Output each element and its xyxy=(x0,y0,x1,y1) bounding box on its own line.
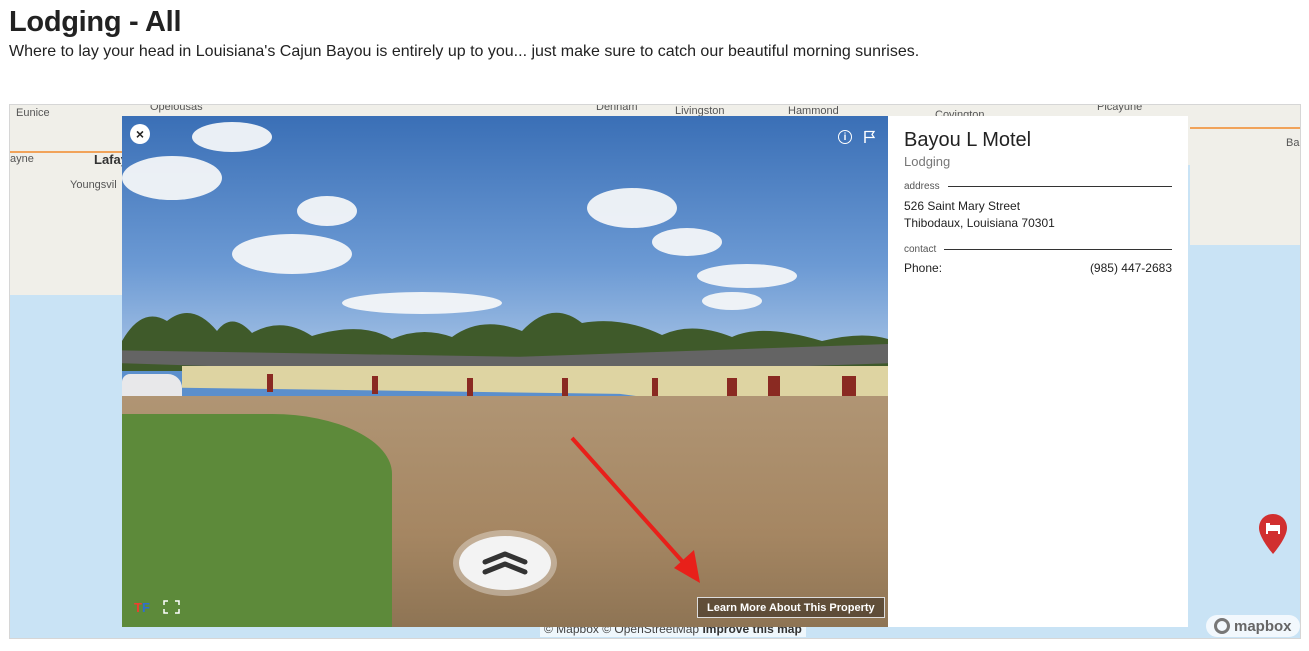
map-land-east xyxy=(1190,105,1300,245)
motel-door xyxy=(562,378,568,396)
page-header: Lodging - All Where to lay your head in … xyxy=(0,0,1309,104)
map-label-picayune: Picayune xyxy=(1097,104,1143,113)
divider xyxy=(944,249,1172,250)
viewer-logo[interactable]: TF xyxy=(134,600,150,615)
phone-value[interactable]: (985) 447-2683 xyxy=(1090,261,1172,275)
address-label: address xyxy=(904,181,940,192)
motel-door xyxy=(267,374,273,392)
mapbox-ring-icon xyxy=(1214,618,1230,634)
info-icon[interactable]: i xyxy=(838,130,852,144)
map-land-west xyxy=(10,105,130,295)
page-subtitle: Where to lay your head in Louisiana's Ca… xyxy=(9,43,920,60)
motel-door xyxy=(372,376,378,394)
map-label-eunice: Eunice xyxy=(16,107,50,119)
move-forward-button[interactable] xyxy=(459,536,551,590)
divider xyxy=(947,186,1172,187)
page-title: Lodging - All xyxy=(9,6,182,38)
close-viewer-button[interactable]: × xyxy=(130,124,150,144)
flag-icon[interactable] xyxy=(864,130,876,144)
address-street: 526 Saint Mary Street xyxy=(904,199,1021,213)
map-road xyxy=(1190,127,1300,129)
photo-cloud xyxy=(652,228,722,256)
double-chevron-up-icon xyxy=(482,551,528,575)
lodging-pin-icon[interactable] xyxy=(1258,513,1288,555)
mapbox-logo[interactable]: mapbox xyxy=(1206,615,1300,637)
photo-cloud xyxy=(192,122,272,152)
map-label-opelousas: Opelousas xyxy=(150,104,203,113)
street-view-viewer[interactable]: × i TF Learn More About This Property xyxy=(122,116,888,627)
listing-info-panel: Bayou L Motel Lodging address 526 Saint … xyxy=(888,116,1188,627)
viewer-logo-part-b: F xyxy=(141,600,150,615)
viewer-logo-part-a: T xyxy=(134,600,142,615)
mapbox-logo-text: mapbox xyxy=(1234,617,1292,635)
motel-door xyxy=(467,378,473,396)
contact-section-label: contact xyxy=(904,244,1172,255)
motel-door xyxy=(652,378,658,396)
photo-grass xyxy=(122,414,392,627)
phone-label: Phone: xyxy=(904,261,943,275)
fullscreen-icon[interactable] xyxy=(163,600,180,614)
map-label-denham: Denham xyxy=(596,104,638,113)
photo-cloud xyxy=(297,196,357,226)
address-block: 526 Saint Mary Street Thibodaux, Louisia… xyxy=(904,198,1172,232)
address-city: Thibodaux, Louisiana 70301 xyxy=(904,216,1055,230)
photo-cloud xyxy=(697,264,797,288)
viewer-top-controls: i xyxy=(838,130,876,144)
contact-label: contact xyxy=(904,244,937,255)
red-arrow-annotation xyxy=(570,436,700,583)
map-label-wayne: ayne xyxy=(10,153,34,165)
listing-category: Lodging xyxy=(904,154,951,169)
map-label-ba: Ba xyxy=(1286,137,1300,149)
phone-row: Phone: (985) 447-2683 xyxy=(904,261,1172,275)
map-label-youngsville: Youngsvil xyxy=(70,179,117,191)
learn-more-button[interactable]: Learn More About This Property xyxy=(697,597,885,618)
photo-cloud xyxy=(122,156,222,200)
photo-cloud xyxy=(587,188,677,228)
photo-cloud xyxy=(232,234,352,274)
listing-name: Bayou L Motel xyxy=(904,129,1032,151)
address-section-label: address xyxy=(904,181,1172,192)
